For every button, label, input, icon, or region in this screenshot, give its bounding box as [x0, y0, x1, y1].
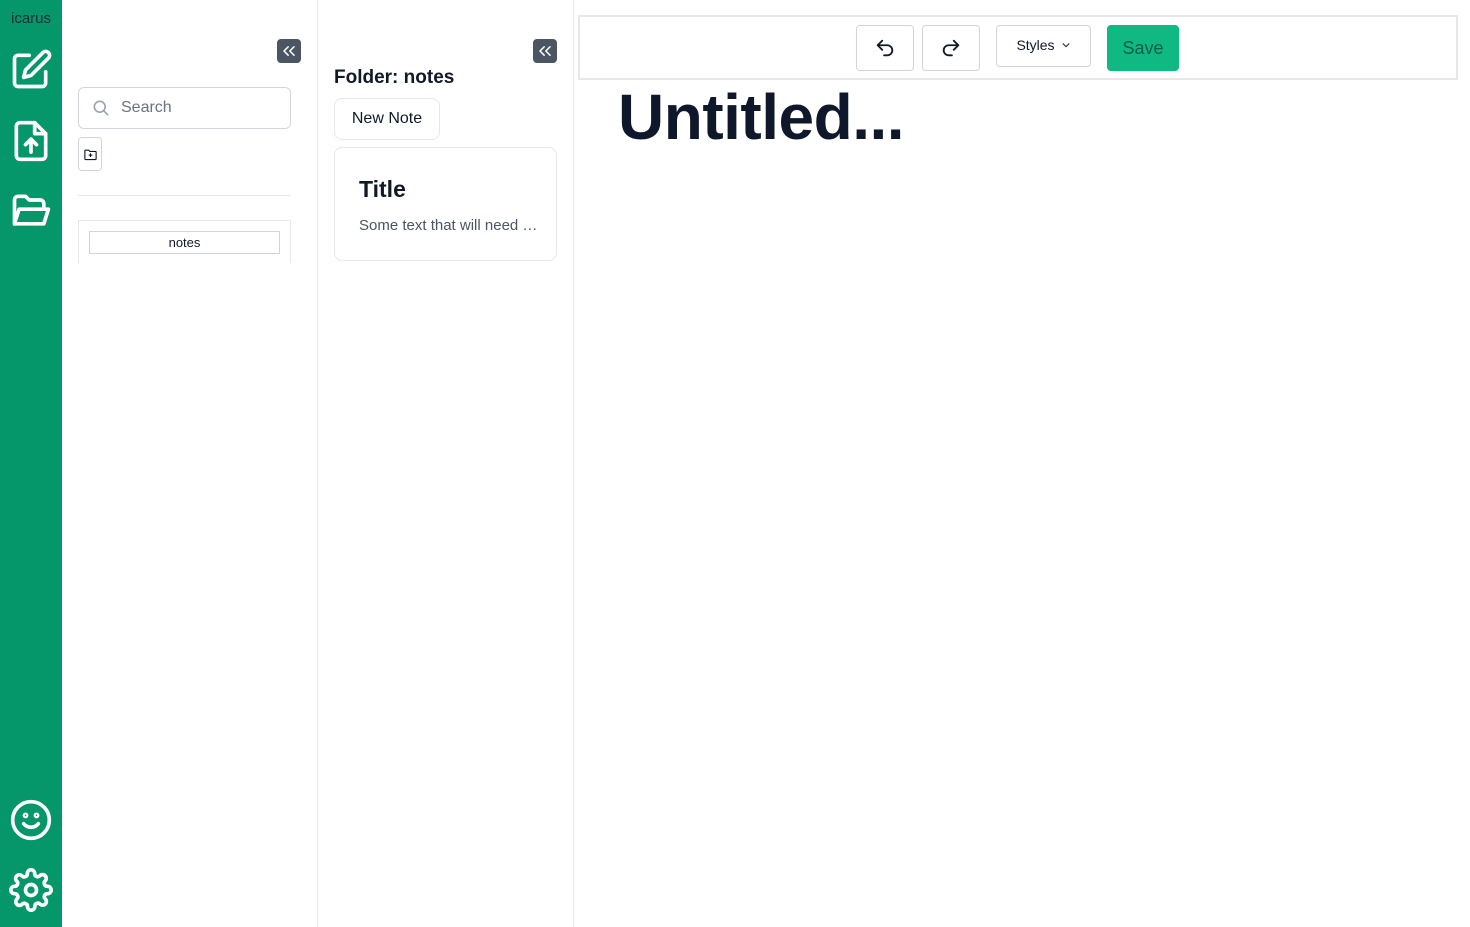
gear-icon [9, 868, 53, 912]
open-folder-rail-button[interactable] [6, 186, 56, 236]
chevrons-left-icon [283, 46, 295, 56]
note-card[interactable]: Title Some text that will need to be sho… [334, 147, 557, 261]
search-icon [93, 100, 109, 116]
document-title[interactable]: Untitled... [618, 80, 905, 154]
file-upload-icon [14, 120, 48, 162]
app-name: icarus [10, 10, 51, 27]
edit-icon [12, 49, 52, 89]
smiley-icon [10, 799, 52, 841]
settings-rail-button[interactable] [6, 865, 56, 915]
styles-label: Styles [1016, 37, 1055, 53]
upload-file-rail-button[interactable] [6, 116, 56, 166]
chevron-down-icon [1062, 43, 1069, 48]
note-title: Title [359, 176, 406, 202]
collapse-folders-button[interactable] [277, 39, 301, 63]
app-rail: icarus [0, 0, 62, 927]
folder-open-icon [12, 194, 51, 226]
collapse-notes-button[interactable] [533, 39, 557, 63]
feedback-rail-button[interactable] [6, 795, 56, 845]
search-field[interactable] [78, 87, 291, 129]
redo-icon [942, 39, 960, 57]
search-input[interactable] [121, 99, 281, 117]
save-button[interactable]: Save [1107, 25, 1179, 71]
folder-title: Folder: notes [334, 67, 455, 88]
editor: Styles Save Untitled... [574, 0, 1470, 927]
new-note-rail-button[interactable] [6, 45, 56, 95]
new-folder-button[interactable] [78, 137, 102, 171]
folder-list: notes [78, 220, 291, 263]
chevrons-left-icon [539, 46, 551, 56]
folder-plus-icon [83, 149, 97, 160]
editor-toolbar: Styles Save [578, 15, 1458, 80]
undo-button[interactable] [856, 25, 914, 71]
new-note-button[interactable]: New Note [334, 98, 440, 140]
divider [78, 195, 291, 196]
note-preview: Some text that will need to be shortened [359, 217, 539, 234]
redo-button[interactable] [922, 25, 980, 71]
notes-panel: Folder: notes New Note Title Some text t… [318, 0, 574, 927]
styles-dropdown[interactable]: Styles [996, 25, 1091, 67]
folders-panel: notes [62, 0, 318, 927]
undo-icon [876, 39, 894, 57]
folder-item-notes[interactable]: notes [89, 231, 280, 254]
